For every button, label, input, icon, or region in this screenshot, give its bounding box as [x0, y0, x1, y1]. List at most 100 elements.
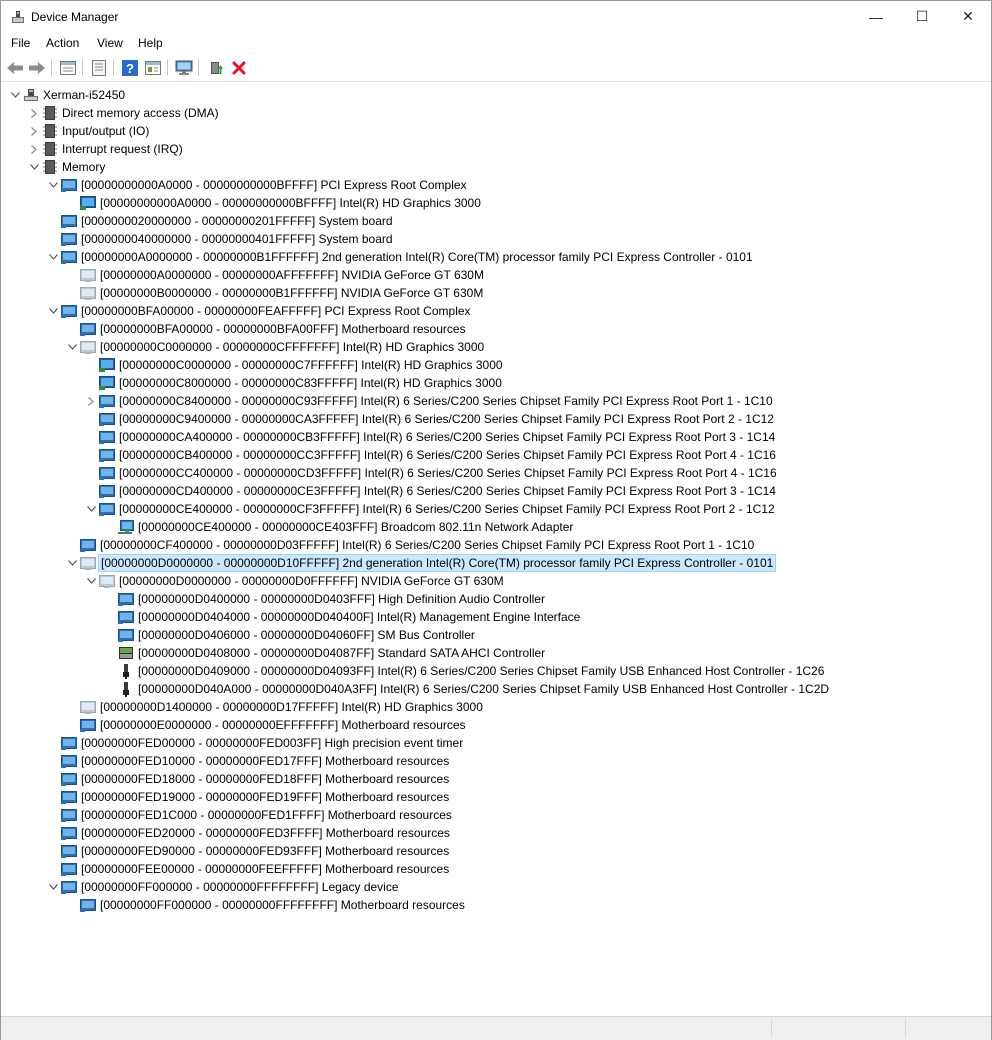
chevron-down-icon[interactable] [47, 302, 59, 320]
tree-row[interactable]: [00000000D0406000 - 00000000D04060FF] SM… [1, 626, 991, 644]
tree-item-label[interactable]: [00000000FED20000 - 00000000FED3FFFF] Mo… [79, 824, 452, 842]
tree-row[interactable]: [00000000D0409000 - 00000000D04093FF] In… [1, 662, 991, 680]
tree-row[interactable]: [00000000D1400000 - 00000000D17FFFFF] In… [1, 698, 991, 716]
tree-row[interactable]: Memory [1, 158, 991, 176]
tree-item-label[interactable]: [00000000CF400000 - 00000000D03FFFFF] In… [98, 536, 756, 554]
tree-row[interactable]: [00000000000A0000 - 00000000000BFFFF] PC… [1, 176, 991, 194]
tree-row[interactable]: [00000000C0000000 - 00000000CFFFFFFF] In… [1, 338, 991, 356]
tree-item-label[interactable]: [00000000FED19000 - 00000000FED19FFF] Mo… [79, 788, 451, 806]
chevron-right-icon[interactable] [28, 140, 40, 158]
tree-item-label[interactable]: [00000000FED00000 - 00000000FED003FF] Hi… [79, 734, 465, 752]
chevron-down-icon[interactable] [66, 554, 78, 572]
properties-view-button[interactable] [58, 58, 78, 78]
tree-row[interactable]: [00000000BFA00000 - 00000000FEAFFFFF] PC… [1, 302, 991, 320]
tree-item-label[interactable]: [00000000FED10000 - 00000000FED17FFF] Mo… [79, 752, 451, 770]
tree-row[interactable]: [00000000FED90000 - 00000000FED93FFF] Mo… [1, 842, 991, 860]
tree-item-label[interactable]: [00000000FF000000 - 00000000FFFFFFFF] Mo… [98, 896, 467, 914]
menu-file[interactable]: File [11, 36, 30, 50]
back-button[interactable] [5, 58, 25, 78]
tree-item-label[interactable]: Interrupt request (IRQ) [60, 140, 185, 158]
list-view-button[interactable] [89, 58, 109, 78]
tree-row[interactable]: [00000000BFA00000 - 00000000BFA00FFF] Mo… [1, 320, 991, 338]
uninstall-button[interactable] [229, 58, 249, 78]
tree-row[interactable]: [00000000B0000000 - 00000000B1FFFFFF] NV… [1, 284, 991, 302]
tree-item-label[interactable]: [0000000040000000 - 00000000401FFFFF] Sy… [79, 230, 395, 248]
chevron-down-icon[interactable] [85, 500, 97, 518]
tree-item-label[interactable]: [00000000C8000000 - 00000000C83FFFFF] In… [117, 374, 504, 392]
tree-item-label[interactable]: [00000000D0404000 - 00000000D040400F] In… [136, 608, 582, 626]
tree-item-label[interactable]: Direct memory access (DMA) [60, 104, 221, 122]
tree-row[interactable]: [00000000000A0000 - 00000000000BFFFF] In… [1, 194, 991, 212]
chevron-down-icon[interactable] [85, 572, 97, 590]
tree-item-label[interactable]: [00000000D0406000 - 00000000D04060FF] SM… [136, 626, 477, 644]
chevron-down-icon[interactable] [9, 86, 21, 104]
title-bar[interactable]: Device Manager — ☐ ✕ [1, 1, 991, 32]
tree-row[interactable]: [00000000C9400000 - 00000000CA3FFFFF] In… [1, 410, 991, 428]
tree-item-label[interactable]: [00000000C0000000 - 00000000CFFFFFFF] In… [98, 338, 486, 356]
tree-item-label[interactable]: Memory [60, 158, 107, 176]
tree-row[interactable]: Interrupt request (IRQ) [1, 140, 991, 158]
tree-row[interactable]: [00000000CB400000 - 00000000CC3FFFFF] In… [1, 446, 991, 464]
tree-row[interactable]: [00000000D0404000 - 00000000D040400F] In… [1, 608, 991, 626]
tree-item-label[interactable]: [00000000FED18000 - 00000000FED18FFF] Mo… [79, 770, 451, 788]
tree-item-label[interactable]: Xerman-i52450 [41, 86, 127, 104]
tree-item-label[interactable]: [00000000A0000000 - 00000000AFFFFFFF] NV… [98, 266, 486, 284]
chevron-down-icon[interactable] [66, 338, 78, 356]
tree-row[interactable]: [00000000FED18000 - 00000000FED18FFF] Mo… [1, 770, 991, 788]
tree-item-label[interactable]: [00000000000A0000 - 00000000000BFFFF] In… [98, 194, 483, 212]
tree-row[interactable]: [0000000020000000 - 00000000201FFFFF] Sy… [1, 212, 991, 230]
tree-item-label[interactable]: [00000000CE400000 - 00000000CF3FFFFF] In… [117, 500, 777, 518]
help-button[interactable]: ? [120, 58, 140, 78]
device-tree[interactable]: Xerman-i52450 Direct memory access (DMA) I… [1, 82, 991, 1016]
tree-row[interactable]: [00000000FF000000 - 00000000FFFFFFFF] Mo… [1, 896, 991, 914]
tree-item-label[interactable]: [00000000000A0000 - 00000000000BFFFF] PC… [79, 176, 469, 194]
chevron-down-icon[interactable] [47, 878, 59, 896]
chevron-down-icon[interactable] [28, 158, 40, 176]
chevron-down-icon[interactable] [47, 176, 59, 194]
tree-item-label[interactable]: [00000000E0000000 - 00000000EFFFFFFF] Mo… [98, 716, 468, 734]
close-button[interactable]: ✕ [945, 1, 991, 32]
tree-item-label[interactable]: [00000000CE400000 - 00000000CE403FFF] Br… [136, 518, 575, 536]
tree-row[interactable]: [00000000FED1C000 - 00000000FED1FFFF] Mo… [1, 806, 991, 824]
tree-row[interactable]: Xerman-i52450 [1, 86, 991, 104]
tree-item-label[interactable]: [00000000A0000000 - 00000000B1FFFFFF] 2n… [79, 248, 755, 266]
tree-row[interactable]: [00000000A0000000 - 00000000B1FFFFFF] 2n… [1, 248, 991, 266]
tree-row[interactable]: Input/output (IO) [1, 122, 991, 140]
tree-row[interactable]: [00000000FEE00000 - 00000000FEEFFFFF] Mo… [1, 860, 991, 878]
chevron-right-icon[interactable] [85, 392, 97, 410]
tree-item-label[interactable]: [00000000D0400000 - 00000000D0403FFF] Hi… [136, 590, 547, 608]
tree-row[interactable]: [00000000D0000000 - 00000000D10FFFFF] 2n… [1, 554, 991, 572]
chevron-right-icon[interactable] [28, 122, 40, 140]
tree-item-label[interactable]: [00000000CB400000 - 00000000CC3FFFFF] In… [117, 446, 778, 464]
tree-item-label[interactable]: [00000000D0000000 - 00000000D0FFFFFF] NV… [117, 572, 506, 590]
tree-item-label[interactable]: [00000000C9400000 - 00000000CA3FFFFF] In… [117, 410, 776, 428]
tree-item-label[interactable]: [00000000B0000000 - 00000000B1FFFFFF] NV… [98, 284, 485, 302]
tree-row[interactable]: [00000000FED00000 - 00000000FED003FF] Hi… [1, 734, 991, 752]
tree-row[interactable]: [00000000A0000000 - 00000000AFFFFFFF] NV… [1, 266, 991, 284]
tree-row[interactable]: [00000000CA400000 - 00000000CB3FFFFF] In… [1, 428, 991, 446]
tree-item-label[interactable]: [00000000D0409000 - 00000000D04093FF] In… [136, 662, 826, 680]
menu-help[interactable]: Help [138, 36, 163, 50]
menu-view[interactable]: View [97, 36, 123, 50]
tree-item-label[interactable]: [00000000C0000000 - 00000000C7FFFFFF] In… [117, 356, 505, 374]
tree-item-label[interactable]: [00000000FEE00000 - 00000000FEEFFFFF] Mo… [79, 860, 451, 878]
tree-item-label[interactable]: [00000000FED1C000 - 00000000FED1FFFF] Mo… [79, 806, 454, 824]
forward-button[interactable] [27, 58, 47, 78]
tree-item-label[interactable]: Input/output (IO) [60, 122, 151, 140]
update-driver-button[interactable] [206, 58, 226, 78]
tree-row[interactable]: [00000000FED20000 - 00000000FED3FFFF] Mo… [1, 824, 991, 842]
tree-item-label[interactable]: [00000000BFA00000 - 00000000BFA00FFF] Mo… [98, 320, 468, 338]
tree-item-label[interactable]: [00000000BFA00000 - 00000000FEAFFFFF] PC… [79, 302, 473, 320]
tree-row[interactable]: [00000000D0000000 - 00000000D0FFFFFF] NV… [1, 572, 991, 590]
tree-item-label[interactable]: [00000000D1400000 - 00000000D17FFFFF] In… [98, 698, 485, 716]
tree-row[interactable]: [00000000E0000000 - 00000000EFFFFFFF] Mo… [1, 716, 991, 734]
tree-row[interactable]: Direct memory access (DMA) [1, 104, 991, 122]
tree-row[interactable]: [00000000D040A000 - 00000000D040A3FF] In… [1, 680, 991, 698]
menu-action[interactable]: Action [46, 36, 79, 50]
tree-item-label[interactable]: [00000000FF000000 - 00000000FFFFFFFF] Le… [79, 878, 401, 896]
tree-item-label[interactable]: [00000000FED90000 - 00000000FED93FFF] Mo… [79, 842, 451, 860]
scan-hardware-button[interactable] [174, 58, 194, 78]
tree-item-label[interactable]: [00000000CD400000 - 00000000CE3FFFFF] In… [117, 482, 778, 500]
tree-row[interactable]: [00000000FF000000 - 00000000FFFFFFFF] Le… [1, 878, 991, 896]
tree-item-label[interactable]: [00000000CC400000 - 00000000CD3FFFFF] In… [117, 464, 779, 482]
